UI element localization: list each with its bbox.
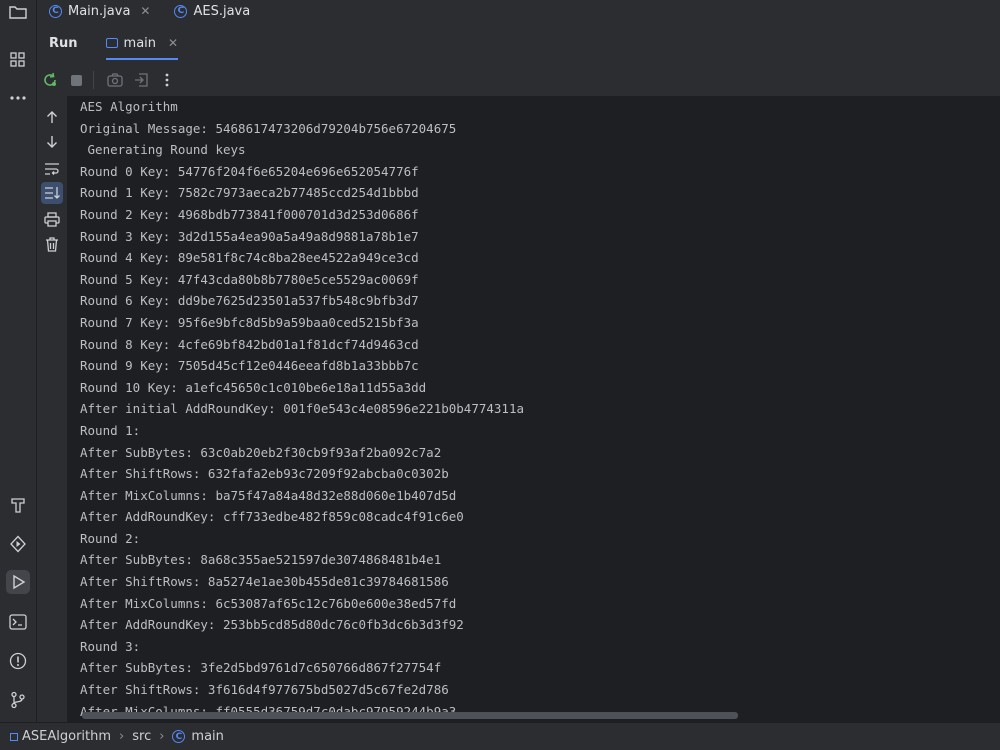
console-line: AES Algorithm — [80, 99, 178, 114]
console-line: After initial AddRoundKey: 001f0e543c4e0… — [80, 401, 525, 417]
console-line: Round 3: — [80, 638, 141, 654]
breadcrumb-project[interactable]: ASEAlgorithm — [22, 729, 111, 744]
console-line: Original Message: 5468617473206d79204b75… — [80, 120, 457, 136]
run-tab-label: main — [123, 35, 157, 51]
scroll-up-icon[interactable] — [41, 106, 63, 128]
console-line: Generating Round keys — [80, 142, 246, 158]
clear-trash-icon[interactable] — [41, 233, 63, 255]
run-tool-window-header: Run main ✕ — [37, 22, 1000, 64]
toolbar-divider — [93, 71, 94, 89]
breadcrumb-file[interactable]: main — [191, 729, 223, 744]
terminal-icon[interactable] — [6, 610, 30, 634]
stop-icon — [70, 74, 82, 86]
build-hammer-icon[interactable] — [6, 493, 30, 517]
console-line: After ShiftRows: 3f616d4f977675bd5027d5c… — [80, 682, 449, 698]
more-tools-icon[interactable] — [6, 86, 30, 110]
stop-button[interactable] — [65, 69, 87, 91]
console-text: AES Algorithm Original Message: 546861747… — [68, 96, 1000, 722]
screenshot-button[interactable] — [104, 69, 126, 91]
problems-icon[interactable] — [6, 649, 30, 673]
project-folder-icon[interactable] — [6, 0, 30, 24]
console-line: Round 1 Key: 7582c7973aeca2b77485ccd254d… — [80, 185, 419, 201]
editor-tab-strip: C Main.java ✕ C AES.java — [37, 0, 1000, 22]
module-icon — [10, 732, 18, 741]
restore-layout-button[interactable] — [130, 69, 152, 91]
console-line: Round 0 Key: 54776f204f6e65204e696e65205… — [80, 163, 419, 179]
breadcrumb-separator-icon: › — [159, 729, 165, 744]
structure-icon[interactable] — [6, 48, 30, 72]
editor-tab-label: Main.java — [68, 3, 131, 19]
active-tab-indicator — [105, 58, 179, 60]
java-class-icon: C — [49, 4, 62, 18]
console-line: Round 3 Key: 3d2d155a4ea90a5a49a8d9881a7… — [80, 228, 419, 244]
scroll-to-end-icon[interactable] — [41, 182, 63, 204]
horizontal-scrollbar[interactable] — [82, 712, 738, 719]
console-line: After SubBytes: 8a68c355ae521597de307486… — [80, 552, 442, 568]
console-line: After AddRoundKey: 253bb5cd85d80dc76c0fb… — [80, 617, 464, 633]
git-icon[interactable] — [6, 688, 30, 712]
soft-wrap-icon[interactable] — [41, 158, 63, 180]
breadcrumb-separator-icon: › — [119, 729, 125, 744]
close-run-tab-icon[interactable]: ✕ — [168, 36, 178, 50]
rerun-button[interactable] — [39, 69, 61, 91]
console-line: Round 5 Key: 47f43cda80b8b7780e5ce5529ac… — [80, 271, 419, 287]
console-window-icon — [105, 38, 118, 48]
breadcrumb-folder[interactable]: src — [132, 729, 151, 744]
close-tab-icon[interactable]: ✕ — [140, 4, 150, 18]
console-line: After SubBytes: 3fe2d5bd9761d7c650766d86… — [80, 660, 442, 676]
services-icon[interactable] — [6, 532, 30, 556]
console-line: Round 9 Key: 7505d45cf12e0446eeafd8b1a33… — [80, 358, 419, 374]
console-line: Round 6 Key: dd9be7625d23501a537fb548c9b… — [80, 293, 419, 309]
console-line: Round 4 Key: 89e581f8c74c8ba28ee4522a949… — [80, 250, 419, 266]
console-output[interactable]: AES Algorithm Original Message: 546861747… — [68, 96, 1000, 722]
console-line: Round 10 Key: a1efc45650c1c010be6e18a11d… — [80, 379, 427, 395]
console-line: After ShiftRows: 8a5274e1ae30b455de81c39… — [80, 574, 449, 590]
console-line: Round 7 Key: 95f6e9bfc8d5b9a59baa0ced521… — [80, 314, 419, 330]
console-line: After MixColumns: ba75f47a84a48d32e88d06… — [80, 487, 457, 503]
java-class-icon: C — [172, 730, 186, 743]
console-line: After SubBytes: 63c0ab20eb2f30cb9f93af2b… — [80, 444, 442, 460]
java-class-icon: C — [174, 4, 188, 18]
editor-tab-aes-java[interactable]: C AES.java — [162, 0, 262, 22]
status-bar: ASEAlgorithm › src › C main — [0, 722, 1000, 750]
console-line: After ShiftRows: 632fafa2eb93c7209f92abc… — [80, 466, 449, 482]
console-line: Round 2: — [80, 530, 141, 546]
scroll-down-icon[interactable] — [41, 131, 63, 153]
run-icon[interactable] — [6, 570, 30, 594]
run-config-tab-main[interactable]: main ✕ — [105, 22, 179, 64]
more-options-icon[interactable] — [156, 69, 178, 91]
console-side-actions — [37, 96, 68, 722]
console-line: Round 8 Key: 4cfe69bf842bd01a1f81dcf74d9… — [80, 336, 419, 352]
console-line: After AddRoundKey: cff733edbe482f859c08c… — [80, 509, 464, 525]
editor-tab-main-java[interactable]: C Main.java ✕ — [37, 0, 162, 22]
console-line: Round 2 Key: 4968bdb773841f000701d3d253d… — [80, 206, 419, 222]
tool-window-strip — [0, 0, 37, 722]
console-line: Round 1: — [80, 422, 141, 438]
console-line: After MixColumns: 6c53087af65c12c76b0e60… — [80, 595, 457, 611]
editor-tab-label: AES.java — [193, 3, 251, 19]
print-icon[interactable] — [41, 208, 63, 230]
run-window-title: Run — [49, 35, 78, 51]
run-toolbar — [37, 64, 1000, 97]
